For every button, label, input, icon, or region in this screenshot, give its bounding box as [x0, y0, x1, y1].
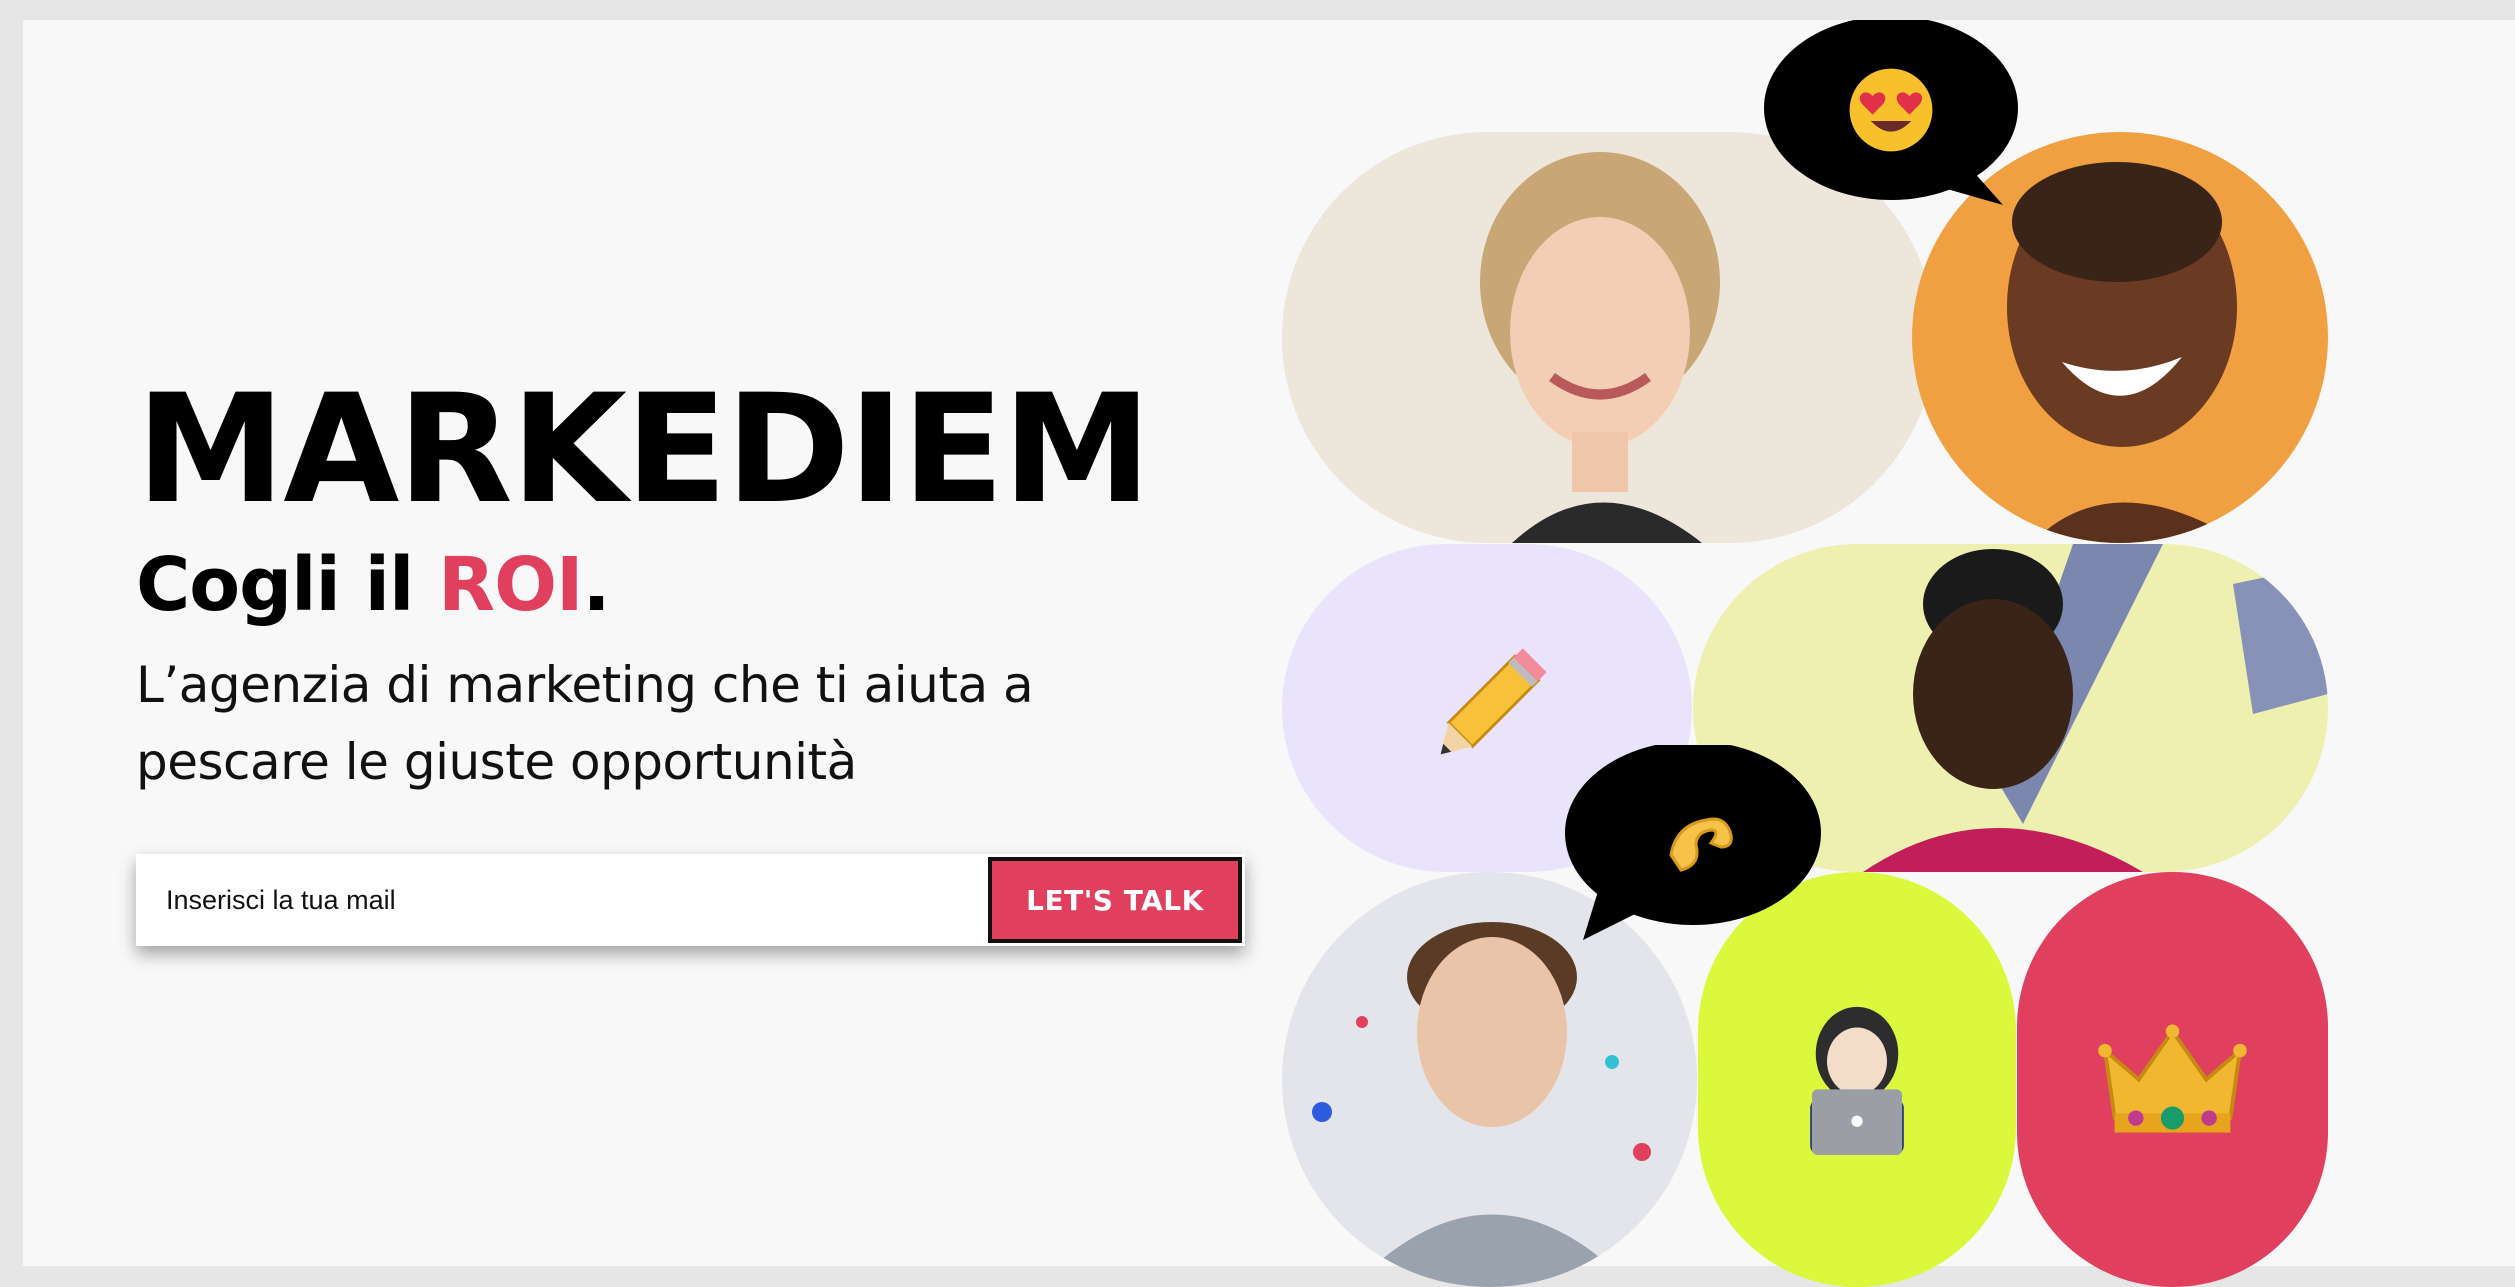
tagline-suffix: . — [582, 542, 611, 628]
crown-tile — [2017, 872, 2328, 1287]
hero-description: L’agenzia di marketing che ti aiuta a pe… — [136, 655, 1034, 791]
brand-title: MARKEDIEM — [136, 363, 1152, 537]
speech-bubble-pinching-hand — [1563, 741, 1833, 945]
signup-form: LET'S TALK — [136, 854, 1245, 946]
lets-talk-button[interactable]: LET'S TALK — [988, 857, 1242, 943]
crown-icon — [2017, 872, 2328, 1287]
tagline-prefix: Cogli il — [136, 542, 439, 628]
tagline: Cogli il ROI. — [136, 546, 1256, 625]
speech-bubble-heart-eyes — [1753, 16, 2023, 210]
hero-text: MARKEDIEM Cogli il ROI. L’agenzia di mar… — [136, 375, 1256, 801]
pinching-hand-icon — [1641, 775, 1761, 895]
tagline-accent: ROI — [438, 542, 583, 628]
heart-eyes-icon — [1831, 50, 1951, 170]
email-input[interactable] — [136, 854, 985, 946]
page: MARKEDIEM Cogli il ROI. L’agenzia di mar… — [23, 16, 2515, 1287]
